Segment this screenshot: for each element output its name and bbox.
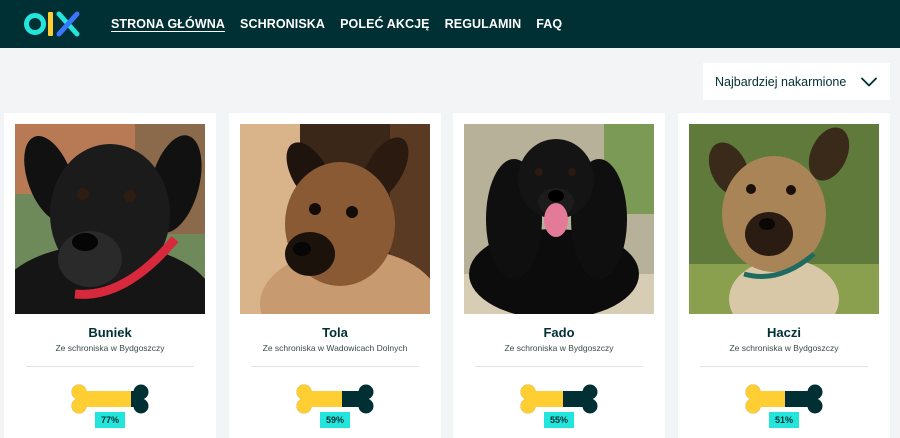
nav-shelters-link[interactable]: SCHRONISKA xyxy=(240,17,325,31)
sort-selected-value: Najbardziej nakarmione xyxy=(715,74,847,89)
divider xyxy=(251,366,419,367)
nav-faq-link[interactable]: FAQ xyxy=(536,17,562,31)
bone-progress-icon xyxy=(745,384,823,414)
dog-card[interactable]: Buniek Ze schroniska w Bydgoszczy 77% xyxy=(4,113,216,438)
fed-percent-badge: 77% xyxy=(95,412,125,428)
dog-name: Buniek xyxy=(88,325,132,340)
dog-shelter: Ze schroniska w Bydgoszczy xyxy=(55,343,165,353)
fed-percent-badge: 59% xyxy=(320,412,350,428)
divider xyxy=(475,366,643,367)
dog-shelter: Ze schroniska w Bydgoszczy xyxy=(504,343,614,353)
fed-percent-badge: 51% xyxy=(769,412,799,428)
divider xyxy=(700,366,868,367)
dog-photo[interactable] xyxy=(240,124,430,314)
fed-percent-badge: 55% xyxy=(544,412,574,428)
dog-card-list: Buniek Ze schroniska w Bydgoszczy 77% To… xyxy=(4,113,894,438)
nav-rules-link[interactable]: REGULAMIN xyxy=(445,17,522,31)
top-header: STRONA GŁÓWNA SCHRONISKA POLEĆ AKCJĘ REG… xyxy=(0,0,900,48)
dog-photo[interactable] xyxy=(15,124,205,314)
nav-home-link[interactable]: STRONA GŁÓWNA xyxy=(111,17,225,31)
divider xyxy=(26,366,194,367)
bone-progress-icon xyxy=(296,384,374,414)
dog-photo[interactable] xyxy=(689,124,879,314)
dog-name: Fado xyxy=(543,325,575,340)
sort-dropdown[interactable]: Najbardziej nakarmione xyxy=(703,63,890,100)
nav-recommend-link[interactable]: POLEĆ AKCJĘ xyxy=(340,17,430,31)
main-nav: STRONA GŁÓWNA SCHRONISKA POLEĆ AKCJĘ REG… xyxy=(111,0,562,48)
olx-logo[interactable] xyxy=(24,9,82,39)
dog-photo[interactable] xyxy=(464,124,654,314)
dog-name: Haczi xyxy=(767,325,801,340)
dog-card[interactable]: Haczi Ze schroniska w Bydgoszczy 51% xyxy=(678,113,890,438)
chevron-down-icon xyxy=(861,77,877,86)
bone-progress-icon xyxy=(71,384,149,414)
dog-card[interactable]: Tola Ze schroniska w Wadowicach Dolnych … xyxy=(229,113,441,438)
dog-shelter: Ze schroniska w Bydgoszczy xyxy=(729,343,839,353)
dog-shelter: Ze schroniska w Wadowicach Dolnych xyxy=(262,343,408,353)
bone-progress-icon xyxy=(520,384,598,414)
dog-card[interactable]: Fado Ze schroniska w Bydgoszczy 55% xyxy=(453,113,665,438)
dog-name: Tola xyxy=(322,325,348,340)
